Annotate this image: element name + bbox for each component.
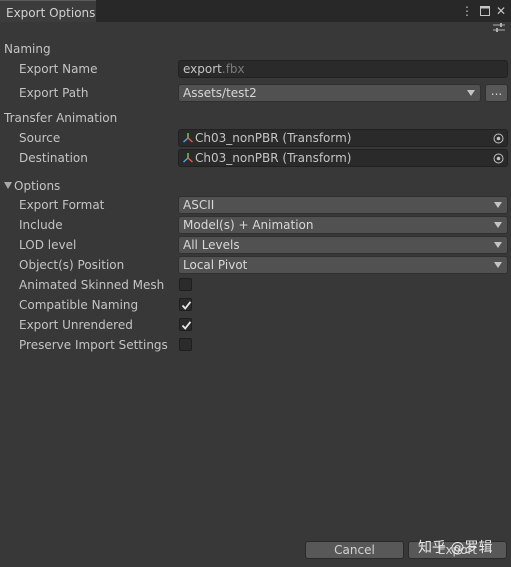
- export-name-row: Export Name export.fbx: [0, 59, 511, 79]
- transform-gizmo-icon: [183, 151, 193, 167]
- object-position-row: Object(s) Position Local Pivot: [0, 255, 511, 275]
- destination-value: Ch03_nonPBR (Transform): [195, 151, 352, 165]
- dropdown-arrow-icon: [467, 90, 475, 96]
- kebab-menu-icon[interactable]: ⋮: [460, 2, 474, 20]
- export-unrendered-row: Export Unrendered: [0, 315, 511, 335]
- export-format-value: ASCII: [183, 198, 215, 212]
- export-name-value: export: [183, 62, 222, 76]
- foldout-arrow-icon[interactable]: [4, 182, 12, 189]
- export-format-dropdown[interactable]: ASCII: [178, 196, 508, 214]
- compatible-naming-row: Compatible Naming: [0, 295, 511, 315]
- preserve-import-settings-label: Preserve Import Settings: [19, 338, 168, 352]
- export-path-label: Export Path: [19, 86, 89, 100]
- cancel-button[interactable]: Cancel: [305, 541, 404, 559]
- animated-skinned-mesh-row: Animated Skinned Mesh: [0, 275, 511, 295]
- export-options-tab[interactable]: Export Options: [0, 0, 96, 22]
- dropdown-arrow-icon: [494, 222, 502, 228]
- object-position-label: Object(s) Position: [19, 258, 125, 272]
- include-row: Include Model(s) + Animation: [0, 215, 511, 235]
- destination-object-field[interactable]: Ch03_nonPBR (Transform): [178, 149, 508, 167]
- transfer-animation-label: Transfer Animation: [4, 111, 118, 125]
- compatible-naming-label: Compatible Naming: [19, 298, 139, 312]
- lod-level-value: All Levels: [183, 238, 240, 252]
- dropdown-arrow-icon: [494, 242, 502, 248]
- lod-level-row: LOD level All Levels: [0, 235, 511, 255]
- settings-sliders-icon[interactable]: [493, 22, 505, 34]
- source-row: Source Ch03_nonPBR (Transform): [0, 128, 511, 148]
- naming-section-label: Naming: [4, 42, 51, 56]
- export-name-field[interactable]: export.fbx: [178, 60, 508, 78]
- export-name-extension: .fbx: [221, 62, 245, 76]
- checkmark-icon: [181, 321, 192, 330]
- animated-skinned-mesh-label: Animated Skinned Mesh: [19, 278, 165, 292]
- transfer-animation-section: Transfer Animation: [0, 108, 511, 128]
- window-tab-bar: Export Options ⋮ ✕: [0, 0, 511, 22]
- source-object-field[interactable]: Ch03_nonPBR (Transform): [178, 129, 508, 147]
- export-path-dropdown[interactable]: Assets/test2: [178, 84, 481, 102]
- preserve-import-settings-row: Preserve Import Settings: [0, 335, 511, 355]
- transform-gizmo-icon: [183, 131, 193, 147]
- export-path-row: Export Path Assets/test2 ...: [0, 83, 511, 103]
- dropdown-arrow-icon: [494, 262, 502, 268]
- include-value: Model(s) + Animation: [183, 218, 314, 232]
- destination-row: Destination Ch03_nonPBR (Transform): [0, 148, 511, 168]
- naming-section: Naming: [0, 39, 511, 59]
- include-label: Include: [19, 218, 63, 232]
- export-name-label: Export Name: [19, 62, 98, 76]
- object-picker-icon[interactable]: [493, 152, 504, 164]
- export-format-label: Export Format: [19, 198, 105, 212]
- options-section[interactable]: Options: [0, 176, 511, 196]
- source-label: Source: [19, 131, 61, 145]
- export-unrendered-label: Export Unrendered: [19, 318, 133, 332]
- export-path-value: Assets/test2: [183, 86, 257, 100]
- source-value: Ch03_nonPBR (Transform): [195, 131, 352, 145]
- export-unrendered-checkbox[interactable]: [179, 318, 192, 331]
- lod-level-dropdown[interactable]: All Levels: [178, 236, 508, 254]
- object-position-value: Local Pivot: [183, 258, 248, 272]
- browse-button[interactable]: ...: [485, 84, 508, 102]
- close-icon[interactable]: ✕: [494, 2, 508, 20]
- include-dropdown[interactable]: Model(s) + Animation: [178, 216, 508, 234]
- lod-level-label: LOD level: [19, 238, 77, 252]
- watermark-text: 知乎 @罗辑: [418, 540, 493, 556]
- object-picker-icon[interactable]: [493, 132, 504, 144]
- object-position-dropdown[interactable]: Local Pivot: [178, 256, 508, 274]
- checkmark-icon: [181, 301, 192, 310]
- preserve-import-settings-checkbox[interactable]: [179, 338, 192, 351]
- animated-skinned-mesh-checkbox[interactable]: [179, 278, 192, 291]
- dropdown-arrow-icon: [494, 202, 502, 208]
- options-section-label: Options: [14, 179, 61, 193]
- export-format-row: Export Format ASCII: [0, 195, 511, 215]
- destination-label: Destination: [19, 151, 88, 165]
- maximize-icon[interactable]: [478, 2, 492, 20]
- compatible-naming-checkbox[interactable]: [179, 298, 192, 311]
